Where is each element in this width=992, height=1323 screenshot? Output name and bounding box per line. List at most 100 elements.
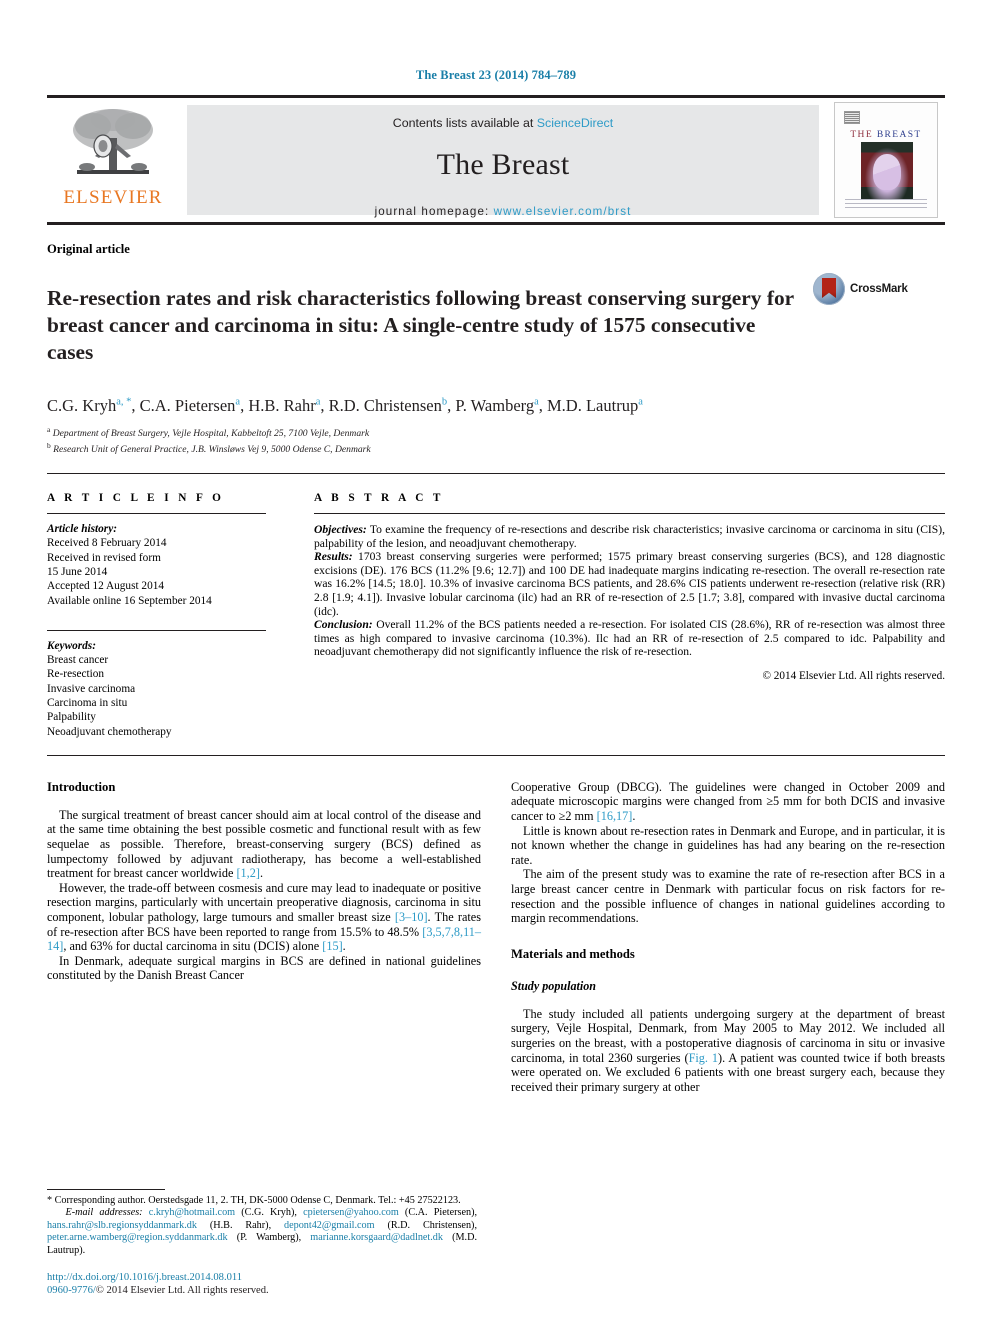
corresponding-author-note: * Corresponding author. Oerstedsgade 11,… [47, 1195, 477, 1207]
author-affil-mark[interactable]: a [316, 396, 321, 407]
cover-caption-lines [845, 199, 927, 211]
journal-masthead: ELSEVIER Contents lists available at Sci… [47, 95, 945, 225]
author-name: M.D. Lautrup [547, 395, 639, 415]
email-link[interactable]: peter.arne.wamberg@region.syddanmark.dk [47, 1232, 228, 1243]
affiliation-list: a Department of Breast Surgery, Vejle Ho… [47, 424, 945, 457]
email-link[interactable]: marianne.korsgaard@dadlnet.dk [310, 1232, 443, 1243]
paragraph-text: Cooperative Group (DBCG). The guidelines… [511, 779, 945, 824]
article-info-divider [47, 513, 266, 515]
page-title: Re-resection rates and risk characterist… [47, 286, 794, 365]
doi-link[interactable]: http://dx.doi.org/10.1016/j.breast.2014.… [47, 1271, 477, 1284]
history-item: Available online 16 September 2014 [47, 594, 212, 607]
keywords-label: Keywords: [47, 639, 96, 652]
history-item: 15 June 2014 [47, 565, 108, 578]
keyword-item: Palpability [47, 711, 96, 724]
divider-above-abstract [47, 473, 945, 475]
article-history: Article history: Received 8 February 201… [47, 522, 266, 608]
author-affil-mark[interactable]: a [534, 396, 539, 407]
issn-copyright-line: 0960-9776/© 2014 Elsevier Ltd. All right… [47, 1284, 477, 1297]
citation-link[interactable]: [15] [322, 939, 342, 953]
elsevier-tree-icon [65, 104, 161, 186]
abstract-objectives-text: To examine the frequency of re-resection… [314, 523, 945, 550]
author-item: C.A. Pietersena [140, 396, 240, 415]
abstract-conclusion-label: Conclusion: [314, 618, 373, 632]
author-name: C.A. Pietersen [139, 395, 236, 415]
section-heading-materials-and-methods: Materials and methods [511, 946, 635, 961]
affiliation-text: Research Unit of General Practice, J.B. … [53, 444, 371, 456]
author-affil-mark[interactable]: b [442, 396, 447, 407]
footnote-block: * Corresponding author. Oerstedsgade 11,… [47, 1188, 478, 1257]
email-link[interactable]: cpietersen@yahoo.com [303, 1207, 399, 1218]
elsevier-wordmark: ELSEVIER [63, 187, 163, 208]
doi-block: http://dx.doi.org/10.1016/j.breast.2014.… [47, 1271, 477, 1297]
email-owner: (C.A. Pietersen), [398, 1207, 478, 1219]
abstract-objectives-label: Objectives: [314, 523, 367, 537]
crossmark-label: CrossMark [850, 283, 908, 295]
cover-stamp-icon [844, 111, 860, 124]
author-item: C.G. Kryha, * [47, 396, 131, 415]
abstract-heading: A B S T R A C T [314, 492, 444, 505]
author-item: H.B. Rahra [248, 396, 320, 415]
crossmark-badge[interactable]: CrossMark [813, 273, 908, 305]
abstract-column: A B S T R A C T Objectives: To examine t… [292, 492, 945, 739]
author-affil-mark[interactable]: a [235, 396, 240, 407]
publisher-logo: ELSEVIER [47, 98, 179, 222]
author-name: P. Wamberg [455, 395, 535, 415]
email-link[interactable]: c.kryh@hotmail.com [149, 1207, 235, 1218]
citation-link[interactable]: [1,2] [236, 866, 259, 880]
article-history-label: Article history: [47, 523, 117, 536]
author-affil-mark[interactable]: a, * [116, 396, 131, 407]
masthead-center: Contents lists available at ScienceDirec… [187, 105, 819, 218]
author-affil-mark[interactable]: a [638, 396, 643, 407]
email-link[interactable]: hans.rahr@slb.regionsyddanmark.dk [47, 1220, 197, 1231]
author-item: R.D. Christensenb [329, 396, 447, 415]
affiliation-item: b Research Unit of General Practice, J.B… [47, 440, 945, 457]
email-owner: (R.D. Christensen), [374, 1219, 477, 1231]
citation-link[interactable]: [3–10] [395, 910, 428, 924]
paragraph-text: . [259, 866, 263, 881]
journal-homepage-line: journal homepage: www.elsevier.com/brst [375, 205, 632, 218]
author-item: P. Wamberga [455, 396, 538, 415]
paragraph: The surgical treatment of breast cancer … [47, 808, 481, 881]
info-abstract-block: A R T I C L E I N F O Article history: R… [47, 492, 945, 739]
affiliation-text: Department of Breast Surgery, Vejle Hosp… [52, 427, 370, 439]
contents-available-line: Contents lists available at ScienceDirec… [393, 116, 613, 130]
email-owner: (H.B. Rahr), [197, 1219, 284, 1231]
cover-title-part2: BREAST [876, 130, 922, 140]
history-item: Received 8 February 2014 [47, 537, 167, 550]
body-column-right: Cooperative Group (DBCG). The guidelines… [511, 780, 945, 1095]
keywords-divider [47, 629, 266, 631]
history-item: Received in revised form [47, 551, 161, 564]
paragraph-text: . [632, 809, 636, 824]
divider-below-abstract [47, 754, 945, 756]
article-info-heading: A R T I C L E I N F O [47, 492, 225, 505]
author-name: C.G. Kryh [47, 395, 117, 415]
affiliation-item: a Department of Breast Surgery, Vejle Ho… [47, 424, 945, 441]
running-head: The Breast 23 (2014) 784–789 [415, 68, 577, 82]
abstract-divider [314, 513, 945, 515]
email-link[interactable]: depont42@gmail.com [284, 1220, 375, 1231]
citation-link[interactable]: [16,17] [597, 809, 633, 823]
abstract-conclusion: Conclusion: Overall 11.2% of the BCS pat… [314, 618, 945, 659]
crossmark-icon [813, 273, 845, 305]
paragraph: However, the trade-off between cosmesis … [47, 881, 481, 954]
sciencedirect-link[interactable]: ScienceDirect [537, 116, 613, 130]
article-type: Original article [47, 242, 130, 256]
author-name: R.D. Christensen [328, 395, 442, 415]
paragraph: In Denmark, adequate surgical margins in… [47, 953, 481, 983]
abstract-body: Objectives: To examine the frequency of … [314, 523, 945, 659]
figure-link[interactable]: Fig. 1 [689, 1051, 718, 1065]
cover-card: THE BREAST [834, 102, 938, 218]
journal-homepage-link[interactable]: www.elsevier.com/brst [494, 205, 632, 218]
paragraph-text: , and 63% for ductal carcinoma in situ (… [63, 939, 323, 954]
keyword-item: Re-resection [47, 668, 105, 681]
author-name: H.B. Rahr [248, 395, 316, 415]
keywords-block: Keywords: Breast cancer Re-resection Inv… [47, 629, 266, 739]
keyword-item: Breast cancer [47, 654, 109, 667]
journal-title: The Breast [436, 148, 570, 181]
author-item: M.D. Lautrupa [547, 396, 643, 415]
journal-cover-thumbnail: THE BREAST [827, 98, 945, 222]
email-owner: (C.G. Kryh), [235, 1207, 304, 1219]
subsection-heading-study-population: Study population [511, 978, 597, 993]
history-item: Accepted 12 August 2014 [47, 580, 165, 593]
